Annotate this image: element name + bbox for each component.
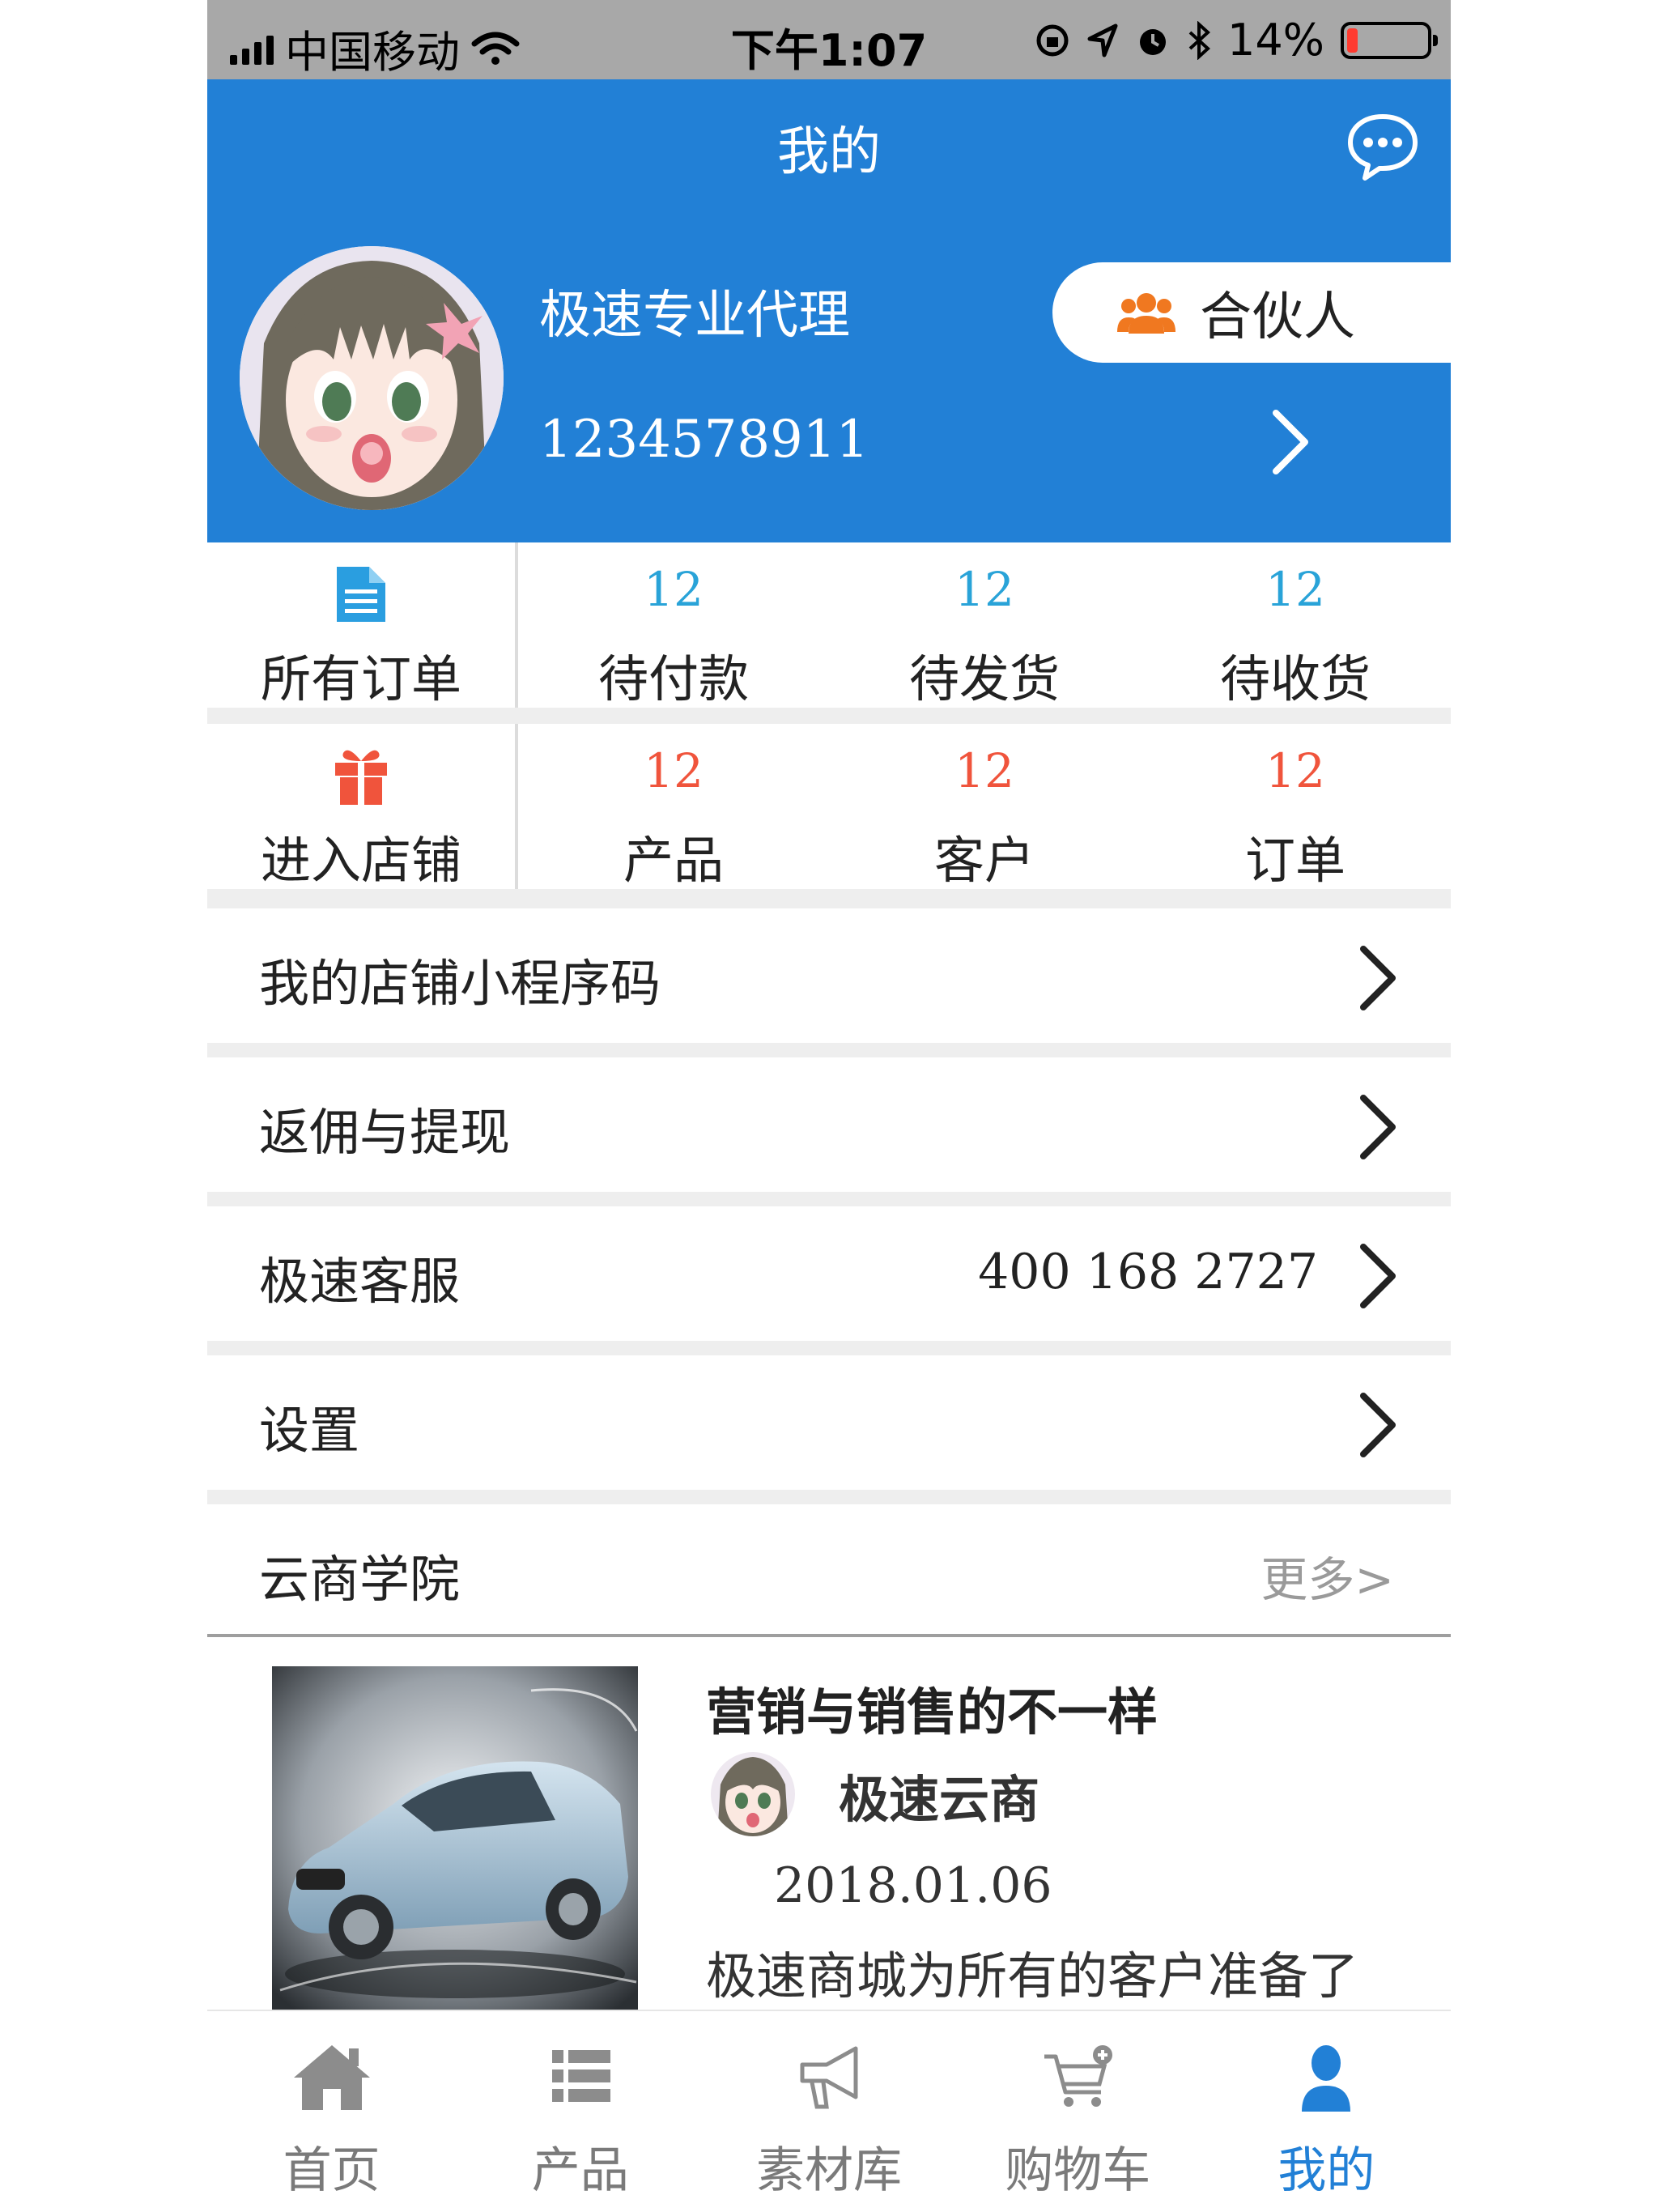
tab-label: 购物车 xyxy=(1005,2142,1151,2199)
article-author: 极速云商 xyxy=(839,1770,1040,1829)
avatar-image xyxy=(240,246,504,510)
store-orders-count: 12 xyxy=(1265,743,1325,798)
store-orders-button[interactable]: 12 订单 xyxy=(1140,724,1451,890)
section-gap xyxy=(207,1341,1451,1355)
chevron-right-icon[interactable] xyxy=(1268,408,1313,476)
page-title: 我的 xyxy=(777,122,881,182)
tab-me[interactable]: 我的 xyxy=(1202,2011,1451,2212)
article-thumbnail xyxy=(272,1666,638,2010)
list-icon xyxy=(551,2050,610,2102)
gift-icon xyxy=(335,750,387,805)
academy-header: 云商学院 更多> xyxy=(207,1504,1451,1634)
pending-payment-label: 待付款 xyxy=(597,649,749,708)
tab-label: 产品 xyxy=(531,2142,629,2199)
avatar[interactable] xyxy=(240,246,504,510)
bluetooth-icon xyxy=(1188,20,1210,60)
article-date: 2018.01.06 xyxy=(774,1857,1052,1914)
store-section: 进入店铺 12 产品 12 客户 12 订单 xyxy=(207,724,1451,890)
store-customers-count: 12 xyxy=(954,743,1014,798)
tab-bar: 首页 产品 素材库 购物车 我的 xyxy=(207,2010,1451,2212)
store-orders-label: 订单 xyxy=(1244,831,1346,890)
chevron-right-icon xyxy=(1360,1095,1396,1159)
battery-icon xyxy=(1341,21,1438,59)
section-gap xyxy=(207,1490,1451,1504)
menu-row-customer-service[interactable]: 极速客服 400 168 2727 xyxy=(207,1206,1451,1341)
menu-row-settings[interactable]: 设置 xyxy=(207,1355,1451,1490)
academy-title: 云商学院 xyxy=(259,1550,461,1609)
battery-fill xyxy=(1347,28,1358,53)
partner-label: 合伙人 xyxy=(1200,287,1355,347)
pending-receipt-label: 待收货 xyxy=(1219,649,1371,708)
menu-row-commission[interactable]: 返佣与提现 xyxy=(207,1057,1451,1192)
all-orders-button[interactable]: 所有订单 xyxy=(207,542,518,708)
all-orders-label: 所有订单 xyxy=(260,649,461,708)
article-title: 营销与销售的不一样 xyxy=(706,1682,1158,1742)
partner-button[interactable]: 合伙人 xyxy=(1052,262,1451,363)
section-gap xyxy=(207,1192,1451,1206)
chevron-right-icon xyxy=(1360,946,1396,1010)
menu-row-mini-program-code[interactable]: 我的店铺小程序码 xyxy=(207,908,1451,1043)
academy-more-link[interactable]: 更多> xyxy=(1261,1542,1394,1610)
tab-home[interactable]: 首页 xyxy=(207,2011,456,2212)
pending-receipt-button[interactable]: 12 待收货 xyxy=(1140,542,1451,708)
store-products-count: 12 xyxy=(644,743,704,798)
store-products-button[interactable]: 12 产品 xyxy=(518,724,829,890)
tab-products[interactable]: 产品 xyxy=(456,2011,704,2212)
status-right: 14% xyxy=(1035,15,1438,66)
profile-header: 我的 极速专业代理 1234578911 合伙人 xyxy=(207,79,1451,542)
service-phone[interactable]: 400 168 2727 xyxy=(978,1244,1318,1300)
author-avatar xyxy=(711,1752,795,1836)
battery-percent: 14% xyxy=(1226,15,1324,66)
store-products-label: 产品 xyxy=(623,831,724,890)
menu-label: 返佣与提现 xyxy=(259,1103,511,1162)
cart-icon xyxy=(1044,2045,1113,2107)
pending-payment-count: 12 xyxy=(644,562,704,617)
megaphone-icon xyxy=(800,2046,858,2109)
status-bar: 中国移动 下午1:07 14% xyxy=(207,0,1451,79)
section-gap xyxy=(207,1043,1451,1057)
user-phone: 1234578911 xyxy=(539,410,869,470)
document-icon xyxy=(337,567,385,622)
enter-store-label: 进入店铺 xyxy=(260,831,461,890)
location-icon xyxy=(1087,23,1118,57)
store-customers-button[interactable]: 12 客户 xyxy=(829,724,1140,890)
section-gap xyxy=(207,708,1451,724)
enter-store-button[interactable]: 进入店铺 xyxy=(207,724,518,890)
rotation-lock-icon xyxy=(1036,24,1069,56)
pending-payment-button[interactable]: 12 待付款 xyxy=(518,542,829,708)
article-card[interactable]: 营销与销售的不一样 极速云商 2018.01.06 极速商城为所有的客户准备了 xyxy=(207,1637,1451,2010)
menu-label: 我的店铺小程序码 xyxy=(259,954,661,1013)
alarm-icon xyxy=(1139,28,1166,55)
chevron-right-icon xyxy=(1360,1244,1396,1308)
pending-shipment-label: 待发货 xyxy=(908,649,1060,708)
article-excerpt: 极速商城为所有的客户准备了 xyxy=(706,1946,1359,2006)
chat-bubble-icon[interactable] xyxy=(1344,108,1422,186)
orders-section: 所有订单 12 待付款 12 待发货 12 待收货 xyxy=(207,542,1451,708)
tab-label: 首页 xyxy=(283,2142,380,2199)
pending-shipment-button[interactable]: 12 待发货 xyxy=(829,542,1140,708)
group-icon xyxy=(1117,293,1175,334)
chevron-right-icon xyxy=(1360,1393,1396,1457)
tab-cart[interactable]: 购物车 xyxy=(954,2011,1202,2212)
tab-label: 我的 xyxy=(1278,2142,1375,2199)
pending-shipment-count: 12 xyxy=(954,562,1014,617)
home-icon xyxy=(293,2045,370,2110)
user-nickname: 极速专业代理 xyxy=(539,286,850,346)
section-gap xyxy=(207,889,1451,908)
user-icon xyxy=(1302,2045,1351,2112)
store-customers-label: 客户 xyxy=(933,831,1035,890)
tab-materials[interactable]: 素材库 xyxy=(704,2011,953,2212)
menu-label: 极速客服 xyxy=(259,1252,461,1311)
app-screen: 中国移动 下午1:07 14% 我的 极速专业代理 1234578911 合伙人… xyxy=(207,0,1451,2212)
tab-label: 素材库 xyxy=(756,2142,902,2199)
menu-label: 设置 xyxy=(259,1401,360,1460)
pending-receipt-count: 12 xyxy=(1265,562,1325,617)
